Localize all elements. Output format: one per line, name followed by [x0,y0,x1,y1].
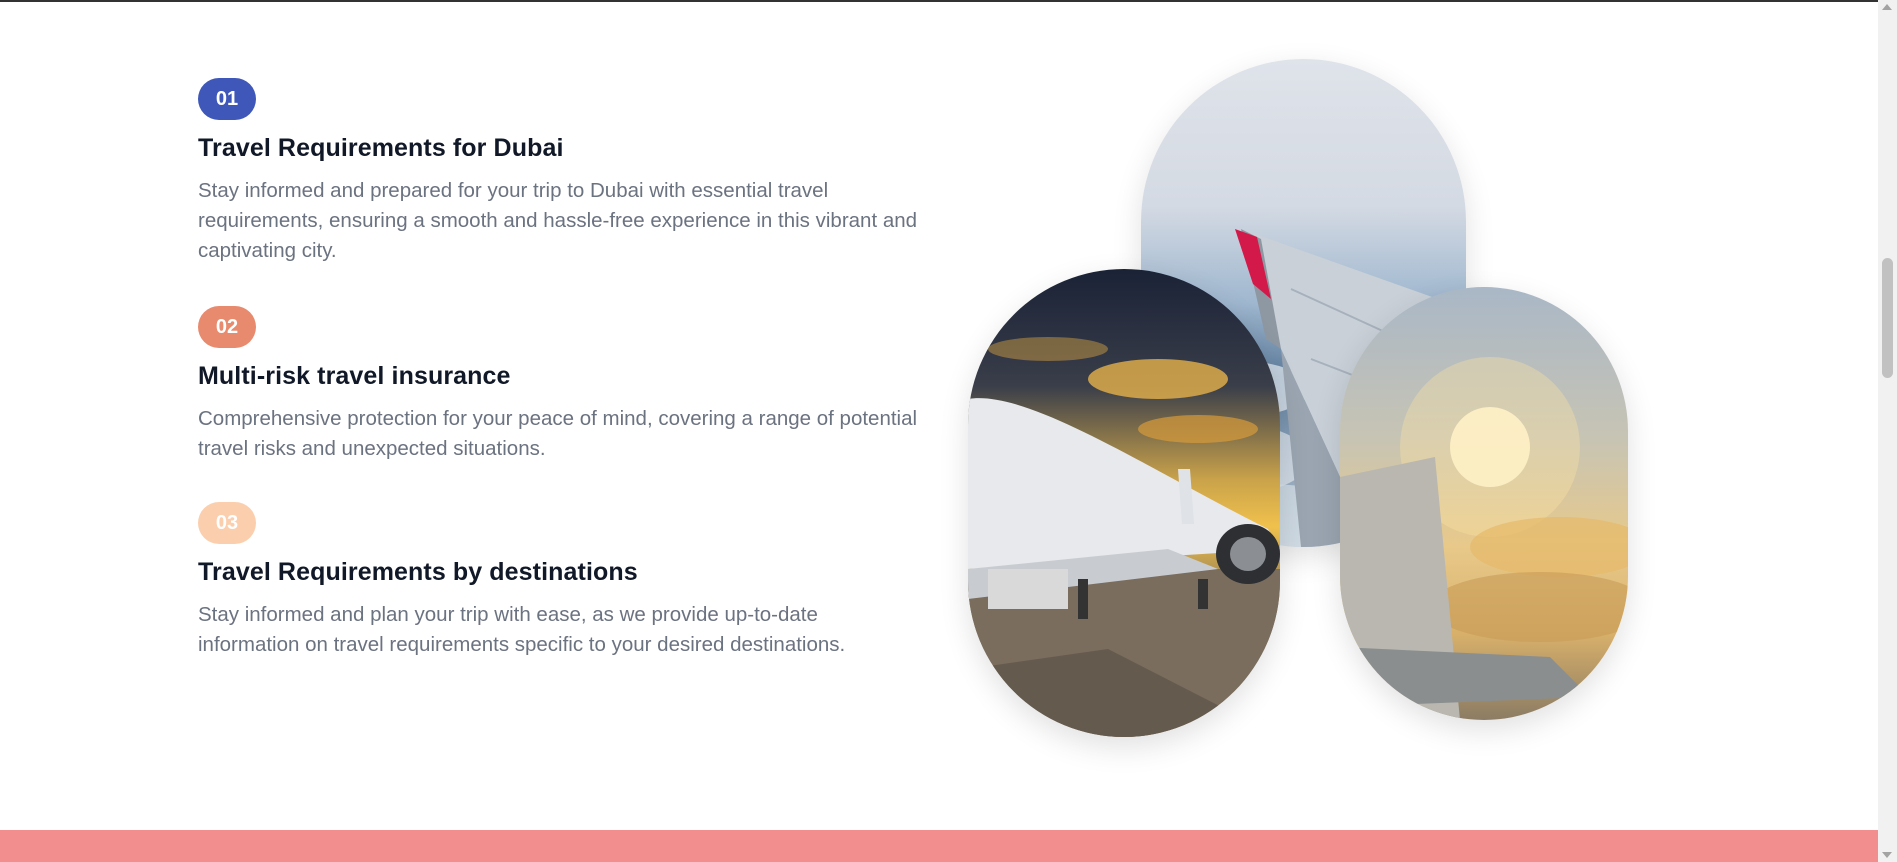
number-badge: 02 [198,306,256,348]
feature-description: Stay informed and plan your trip with ea… [198,603,846,656]
vertical-scrollbar[interactable] [1878,0,1897,862]
page: 01 Travel Requirements for Dubai Stay in… [0,0,1897,862]
number-badge: 01 [198,78,256,120]
scroll-up-arrow-icon[interactable] [1882,4,1892,10]
feature-title: Travel Requirements for Dubai [198,134,564,162]
scroll-thumb[interactable] [1882,258,1893,378]
feature-description: Comprehensive protection for your peace … [198,407,918,460]
feature-description: Stay informed and prepared for your trip… [198,179,918,262]
feature-item-1: 01 Travel Requirements for Dubai Stay in… [198,78,918,266]
sunset-wing-illustration [1340,357,1628,720]
wing-sunset-image [1340,287,1628,720]
feature-item-2: 02 Multi-risk travel insurance Comprehen… [198,306,918,464]
feature-item-3: 03 Travel Requirements by destinations S… [198,502,918,660]
airplane-tarmac-image [968,269,1280,737]
feature-title: Travel Requirements by destinations [198,558,638,586]
top-border [0,0,1878,2]
scroll-down-arrow-icon[interactable] [1882,852,1892,858]
next-section-band [0,830,1878,862]
number-badge: 03 [198,502,256,544]
airplane-illustration [968,337,1280,737]
feature-title: Multi-risk travel insurance [198,362,511,390]
